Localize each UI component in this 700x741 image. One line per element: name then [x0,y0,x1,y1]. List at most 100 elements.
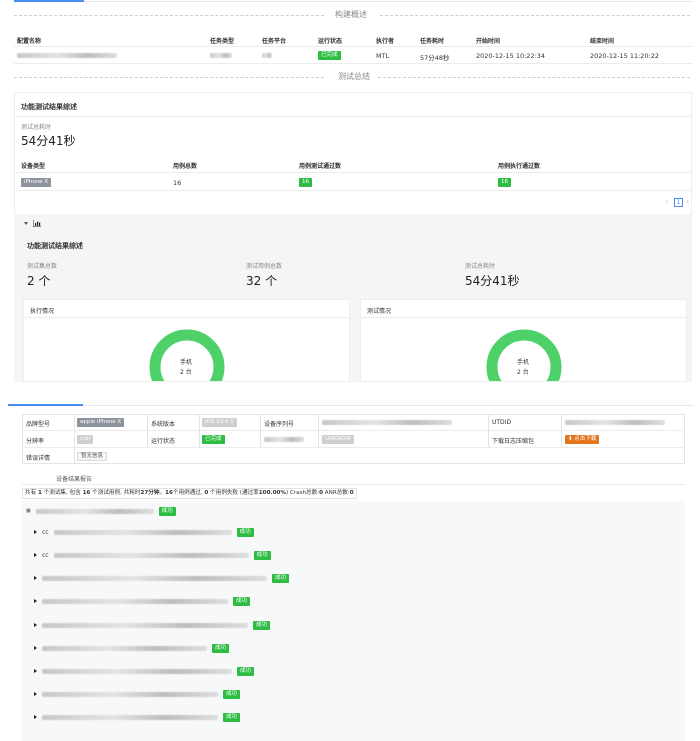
stat-suite-value: 2 个 [27,274,51,288]
unknow-badge: UNKNOW [322,435,354,444]
root-suite-name-redacted [35,508,154,514]
testing-center-top: 手机 [517,359,530,366]
summary-passed-count: 16 [165,490,173,496]
start-time-value: 2020-12-15 10:22:34 [476,52,546,60]
os-label: 系统版本 [151,421,176,428]
top-accent-line [14,0,84,2]
expand-arrow-icon[interactable] [34,553,37,557]
case-name-redacted [42,645,207,651]
execution-center-top: 手机 [180,359,193,366]
case-status-badge: 成功 [237,666,255,676]
case-prefix: cc [42,528,49,536]
overview-title: 构建概述 [335,10,367,19]
collapse-chevron-icon[interactable] [24,222,28,225]
tree-item-7[interactable]: 成功 [34,666,255,676]
tree-item-5[interactable]: 成功 [34,620,271,630]
col-run-status: 运行状态 [318,38,343,45]
bottom-underline [83,405,694,406]
summary-text-5: 个用例通过, [172,490,205,496]
case-prefix: cc [42,551,49,559]
case-status-badge: 成功 [212,643,230,653]
summary-divider-right [378,77,690,78]
case-total-value: 16 [173,179,182,187]
expand-arrow-icon[interactable] [34,669,37,673]
total-time-label: 测试总耗时 [21,124,52,131]
case-status-badge: 成功 [253,550,271,560]
serial-value-redacted [322,420,452,425]
expand-arrow-icon[interactable] [34,576,37,580]
pager-page-1[interactable]: 1 [674,198,683,207]
run-status-value: 已完成 [202,435,225,444]
case-status-badge: 成功 [223,689,241,699]
expand-arrow-icon[interactable] [34,646,37,650]
case-name-redacted [42,691,218,697]
case-name-redacted [53,529,232,535]
status-badge: 已完成 [318,51,341,60]
col-end-time: 结束时间 [590,38,615,45]
expand-arrow-icon[interactable] [34,530,37,534]
col-start-time: 开始时间 [476,38,501,45]
summary-text-6: 个用例失败 (通过率 [208,490,259,496]
pager-prev-button[interactable]: ‹ [665,197,668,206]
case-name-redacted [53,552,249,558]
pager-next-button[interactable]: › [686,197,689,206]
tree-item-9[interactable]: 成功 [34,712,241,722]
case-status-badge: 成功 [223,712,241,722]
tree-item-8[interactable]: 成功 [34,689,241,699]
tree-root-row[interactable]: ■ 成功 [26,506,176,516]
tree-item-6[interactable]: 成功 [34,643,230,653]
collapse-icon[interactable]: ■ [26,508,31,514]
summary-text-1: 共有 [25,490,38,496]
case-status-badge: 成功 [236,527,254,537]
report-tab[interactable]: 设备结果报告 [56,474,92,483]
expand-arrow-icon[interactable] [34,599,37,603]
top-underline [84,1,694,2]
expand-arrow-icon[interactable] [34,623,37,627]
report-summary: 共有 1 个测试集, 包含 16 个测试用例, 共耗时27分钟。16个用例通过,… [22,488,357,499]
case-name-redacted [42,598,228,604]
col-case-executed: 用例执行通过数 [498,163,541,170]
expand-arrow-icon[interactable] [34,692,37,696]
config-name-redacted [17,53,117,58]
col-executor: 执行者 [376,38,395,45]
panel-title: 功能测试结果综述 [27,242,83,250]
utdid-value-redacted [565,420,665,425]
tree-item-2[interactable]: cc 成功 [34,550,271,560]
case-name-redacted [42,714,218,720]
end-time-value: 2020-12-15 11:20:22 [590,52,660,60]
functional-summary-title: 功能测试结果综述 [21,103,77,111]
testing-card-title: 测试情况 [367,308,392,315]
summary-anr-count: 0 [349,490,354,496]
os-value: iOS 13.4.1 [202,418,237,427]
execution-card-title: 执行情况 [30,308,55,315]
col-config-name: 配置名称 [17,38,42,45]
tree-item-4[interactable]: 成功 [34,596,251,606]
case-status-badge: 成功 [272,573,290,583]
stat-time-label: 测试总耗时 [465,263,496,270]
download-log-button[interactable]: ⬇ 点击下载 [565,435,600,444]
testing-card: 测试情况 手机 2 台 [360,299,687,382]
col-device-type: 设备类型 [21,163,46,170]
col-case-total: 用例总数 [173,163,198,170]
executor-value: MTL [376,52,390,60]
bar-chart-icon[interactable] [32,220,41,228]
task-type-redacted [210,53,232,58]
brand-value: apple iPhone X [77,418,125,427]
stat-time-value: 54分41秒 [465,274,520,288]
summary-text-7: ) Crash总数: [285,490,320,496]
serial-label: 设备序列号 [264,421,295,428]
case-executed-badge: 16 [498,178,511,187]
summary-text-3: 个测试用例, 共耗时 [90,490,141,496]
case-name-redacted [42,622,248,628]
summary-text-2: 个测试集, 包含 [41,490,83,496]
col-task-platform: 任务平台 [262,38,287,45]
duration-value: 57分48秒 [420,54,450,62]
summary-divider-left [14,77,324,78]
task-platform-redacted [262,53,272,58]
testing-center-bottom: 2 台 [517,369,529,376]
tree-item-3[interactable]: 成功 [34,573,290,583]
expand-arrow-icon[interactable] [34,715,37,719]
case-status-badge: 成功 [253,620,271,630]
summary-pass-rate: 100.00% [258,490,286,496]
tree-item-1[interactable]: cc 成功 [34,527,254,537]
